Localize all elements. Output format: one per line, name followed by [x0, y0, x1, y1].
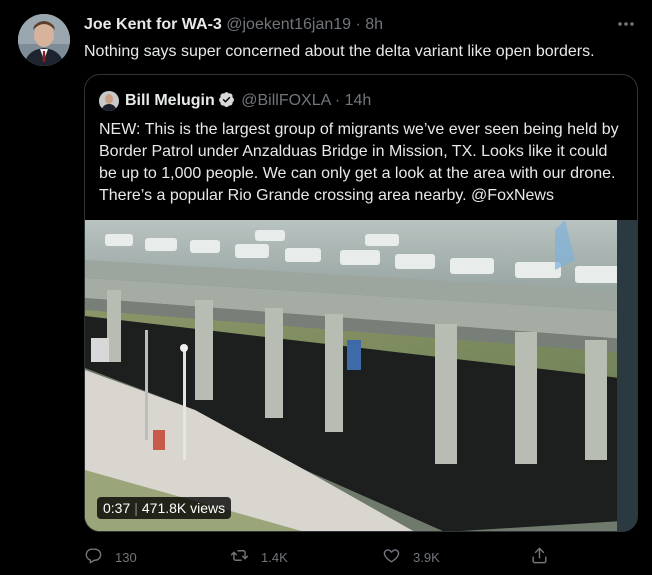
quoted-time[interactable]: 14h — [345, 92, 372, 109]
video-frame-image — [85, 220, 637, 531]
quoted-author-handle[interactable]: @BillFOXLA — [241, 92, 330, 109]
quoted-time-separator: · — [334, 92, 341, 109]
tweet-text: Nothing says super concerned about the d… — [84, 43, 595, 60]
tweet-header: Joe Kent for WA-3 @joekent16jan19 · 8h — [84, 16, 383, 34]
reply-count: 130 — [115, 549, 137, 565]
quoted-header: Bill Melugin @BillFOXLA · 14h — [125, 91, 371, 110]
quoted-author-name[interactable]: Bill Melugin — [125, 92, 215, 109]
retweet-button[interactable]: 1.4K — [230, 546, 288, 568]
tweet-actions: 130 1.4K 3.9K — [84, 546, 624, 568]
video-views: 471.8K views — [141, 500, 226, 516]
author-avatar[interactable] — [18, 14, 70, 66]
badge-divider: | — [134, 500, 138, 516]
like-count: 3.9K — [413, 549, 440, 565]
time-separator: · — [355, 16, 361, 33]
tweet-time[interactable]: 8h — [365, 16, 383, 33]
share-button[interactable] — [530, 546, 549, 568]
retweet-count: 1.4K — [261, 549, 288, 565]
share-icon — [530, 546, 549, 568]
video-stats-badge: 0:37 | 471.8K views — [97, 497, 232, 519]
quoted-author-avatar[interactable] — [99, 91, 119, 111]
quoted-tweet[interactable]: Bill Melugin @BillFOXLA · 14h NEW: This … — [84, 74, 638, 532]
reply-button[interactable]: 130 — [84, 546, 137, 568]
retweet-icon — [230, 546, 249, 568]
author-handle[interactable]: @joekent16jan19 — [226, 16, 351, 33]
like-button[interactable]: 3.9K — [382, 546, 440, 568]
like-icon — [382, 546, 401, 568]
reply-icon — [84, 546, 103, 568]
tweet[interactable]: Joe Kent for WA-3 @joekent16jan19 · 8h N… — [0, 0, 652, 575]
more-icon[interactable] — [614, 14, 638, 39]
verified-icon — [218, 91, 235, 108]
video-player[interactable] — [85, 220, 637, 531]
video-duration: 0:37 — [103, 500, 131, 516]
author-name[interactable]: Joe Kent for WA-3 — [84, 16, 222, 33]
quoted-text: NEW: This is the largest group of migran… — [99, 121, 619, 204]
